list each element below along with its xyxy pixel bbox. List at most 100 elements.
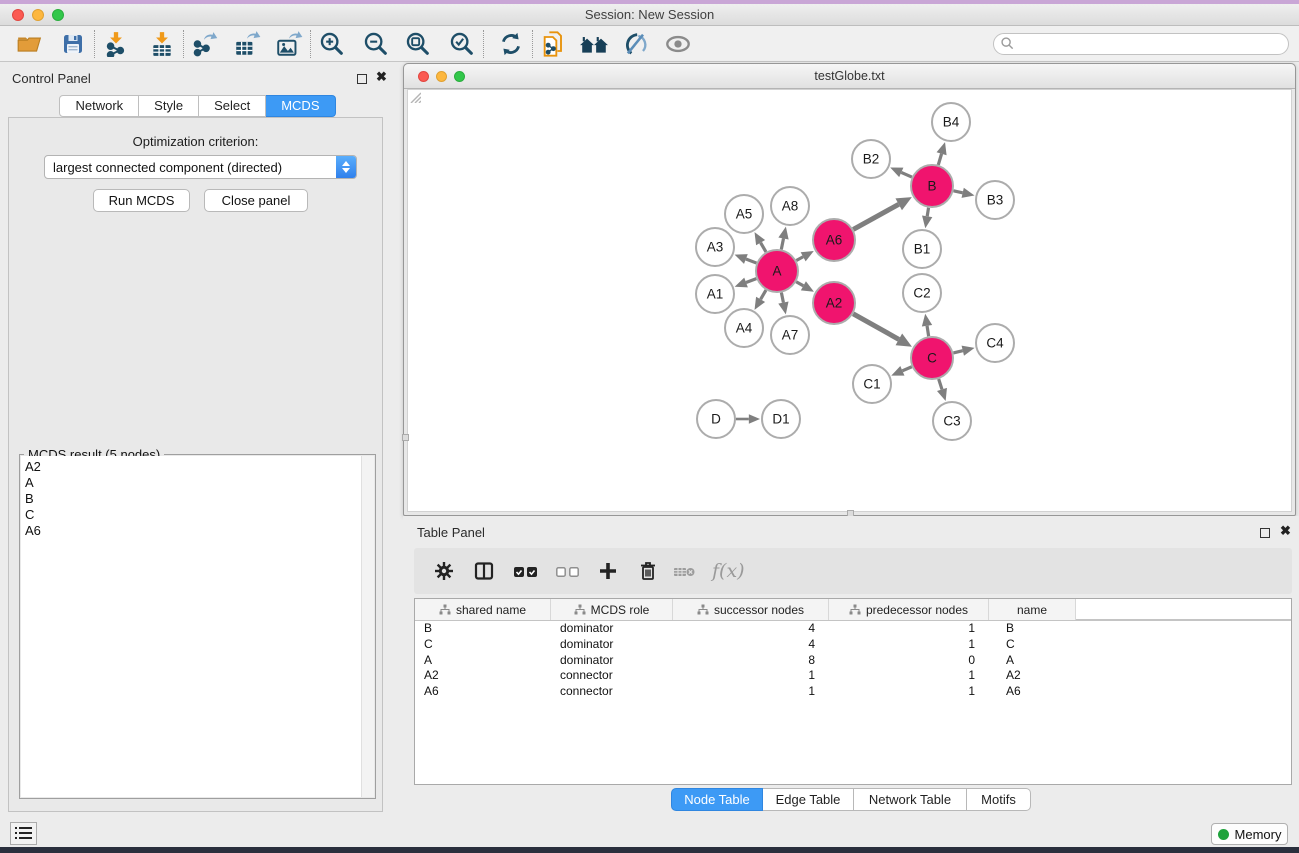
- memory-button[interactable]: Memory: [1211, 823, 1288, 845]
- node-D[interactable]: D: [697, 400, 735, 438]
- task-history-button[interactable]: [10, 822, 37, 845]
- result-item[interactable]: B: [25, 491, 374, 507]
- table-options-gear-icon[interactable]: [432, 556, 456, 586]
- edge-B-B3[interactable]: [953, 191, 962, 193]
- table-row[interactable]: A6connector11A6: [415, 684, 1291, 700]
- zoom-in-icon[interactable]: [317, 29, 347, 59]
- import-table-icon[interactable]: [147, 29, 177, 59]
- node-A7[interactable]: A7: [771, 316, 809, 354]
- deselect-all-rows-icon[interactable]: [554, 556, 582, 586]
- node-C[interactable]: C: [911, 337, 953, 379]
- network-window-titlebar[interactable]: testGlobe.txt: [404, 64, 1295, 89]
- close-panel-button[interactable]: Close panel: [204, 189, 308, 212]
- node-C4[interactable]: C4: [976, 324, 1014, 362]
- column-header-MCDS-role[interactable]: MCDS role: [551, 599, 673, 620]
- tab-network-table[interactable]: Network Table: [854, 788, 967, 811]
- tab-style[interactable]: Style: [139, 95, 199, 117]
- search-field[interactable]: [993, 33, 1289, 55]
- node-A5[interactable]: A5: [725, 195, 763, 233]
- node-A4[interactable]: A4: [725, 309, 763, 347]
- edge-A-A6[interactable]: [796, 257, 803, 261]
- table-row[interactable]: Cdominator41C: [415, 637, 1291, 653]
- export-network-icon[interactable]: [190, 29, 220, 59]
- node-A2[interactable]: A2: [813, 282, 855, 324]
- edge-A-A5[interactable]: [761, 243, 766, 252]
- float-table-panel-icon[interactable]: [1260, 528, 1270, 538]
- node-D1[interactable]: D1: [762, 400, 800, 438]
- node-B[interactable]: B: [911, 165, 953, 207]
- node-A6[interactable]: A6: [813, 219, 855, 261]
- home-icon[interactable]: [579, 29, 609, 59]
- edge-C-C3[interactable]: [939, 379, 942, 389]
- node-A1[interactable]: A1: [696, 275, 734, 313]
- function-builder-icon[interactable]: f(x): [712, 556, 745, 586]
- edge-B-B1[interactable]: [927, 208, 928, 217]
- edge-A-A1[interactable]: [746, 279, 756, 283]
- tab-motifs[interactable]: Motifs: [967, 788, 1031, 811]
- network-canvas[interactable]: B4 B2 B B3 B1 A5A8A6 A3 A A1 A2 C2 A4A7 C4 C C1 C3 D D1: [407, 89, 1292, 512]
- zoom-selected-icon[interactable]: [447, 29, 477, 59]
- node-C3[interactable]: C3: [933, 402, 971, 440]
- tab-select[interactable]: Select: [199, 95, 266, 117]
- eye-icon[interactable]: [663, 29, 693, 59]
- edge-B-B4[interactable]: [938, 154, 941, 165]
- node-B3[interactable]: B3: [976, 181, 1014, 219]
- zoom-out-icon[interactable]: [361, 29, 391, 59]
- node-C2[interactable]: C2: [903, 274, 941, 312]
- node-C1[interactable]: C1: [853, 365, 891, 403]
- column-header-successor-nodes[interactable]: successor nodes: [673, 599, 829, 620]
- column-header-shared-name[interactable]: shared name: [415, 599, 551, 620]
- delete-column-icon[interactable]: [636, 556, 660, 586]
- edge-A-A3[interactable]: [746, 259, 757, 263]
- node-B4[interactable]: B4: [932, 103, 970, 141]
- edge-C-C4[interactable]: [953, 351, 962, 353]
- select-all-rows-icon[interactable]: [512, 556, 540, 586]
- float-panel-icon[interactable]: [357, 74, 367, 84]
- node-A8[interactable]: A8: [771, 187, 809, 225]
- frame-anchor-left[interactable]: [402, 434, 409, 441]
- hide-graphics-details-icon[interactable]: [621, 29, 651, 59]
- search-input[interactable]: [1015, 37, 1288, 51]
- edge-A-A7[interactable]: [781, 293, 783, 303]
- table-row[interactable]: Adominator80A: [415, 653, 1291, 669]
- save-session-icon[interactable]: [58, 29, 88, 59]
- edge-C-C2[interactable]: [927, 326, 929, 337]
- column-header-predecessor-nodes[interactable]: predecessor nodes: [829, 599, 989, 620]
- tab-edge-table[interactable]: Edge Table: [763, 788, 854, 811]
- result-item[interactable]: A6: [25, 523, 374, 539]
- edge-B-B2[interactable]: [901, 172, 912, 177]
- result-item[interactable]: A: [25, 475, 374, 491]
- delete-table-icon[interactable]: [672, 556, 698, 586]
- tab-mcds[interactable]: MCDS: [266, 95, 335, 117]
- close-table-panel-icon[interactable]: ✖: [1280, 523, 1291, 539]
- result-item[interactable]: C: [25, 507, 374, 523]
- tab-network[interactable]: Network: [59, 95, 139, 117]
- node-A[interactable]: A: [756, 250, 798, 292]
- edge-C-C1[interactable]: [902, 367, 911, 371]
- criterion-dropdown[interactable]: largest connected component (directed): [44, 155, 357, 179]
- export-table-icon[interactable]: [232, 29, 262, 59]
- column-visibility-icon[interactable]: [472, 556, 496, 586]
- open-session-icon[interactable]: [14, 29, 44, 59]
- node-B1[interactable]: B1: [903, 230, 941, 268]
- edge-A-A4[interactable]: [761, 290, 766, 299]
- edge-A-A8[interactable]: [781, 238, 783, 249]
- node-B2[interactable]: B2: [852, 140, 890, 178]
- node-A3[interactable]: A3: [696, 228, 734, 266]
- close-panel-icon[interactable]: ✖: [376, 69, 387, 85]
- result-item[interactable]: A2: [25, 459, 374, 475]
- result-scrollbar[interactable]: [361, 456, 374, 797]
- export-image-icon[interactable]: [274, 29, 304, 59]
- run-mcds-button[interactable]: Run MCDS: [93, 189, 190, 212]
- zoom-fit-icon[interactable]: [403, 29, 433, 59]
- tab-node-table[interactable]: Node Table: [671, 788, 763, 811]
- network-from-selection-icon[interactable]: [539, 29, 569, 59]
- edge-A2-C[interactable]: [853, 314, 899, 340]
- import-network-icon[interactable]: [101, 29, 131, 59]
- table-row[interactable]: Bdominator41B: [415, 621, 1291, 637]
- add-column-icon[interactable]: [596, 556, 620, 586]
- column-header-name[interactable]: name: [989, 599, 1076, 620]
- table-row[interactable]: A2connector11A2: [415, 668, 1291, 684]
- edge-A-A2[interactable]: [796, 282, 803, 286]
- refresh-layout-icon[interactable]: [496, 29, 526, 59]
